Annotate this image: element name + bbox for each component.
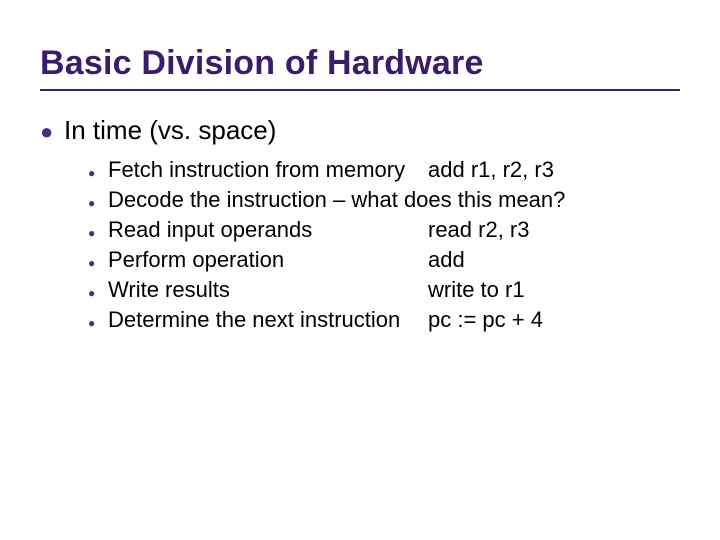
step-example: read r2, r3 [428, 216, 680, 244]
bullet-icon: ● [88, 310, 108, 336]
list-item: ● Determine the next instruction pc := p… [88, 306, 680, 336]
bullet-level1: ● In time (vs. space) [40, 115, 680, 146]
list-item: ● Perform operation add [88, 246, 680, 276]
step-example: write to r1 [428, 276, 680, 304]
bullet-icon: ● [88, 160, 108, 186]
title-underline [40, 89, 680, 91]
list-item: ● Decode the instruction – what does thi… [88, 186, 680, 216]
step-text: Perform operation [108, 246, 428, 274]
list-item: ● Read input operands read r2, r3 [88, 216, 680, 246]
step-example: add r1, r2, r3 [428, 156, 680, 184]
step-text: Fetch instruction from memory [108, 156, 428, 184]
level1-text: In time (vs. space) [64, 115, 276, 146]
bullet-icon: ● [88, 190, 108, 216]
step-text: Decode the instruction – what does this … [108, 186, 680, 214]
step-text: Read input operands [108, 216, 428, 244]
step-example: pc := pc + 4 [428, 306, 680, 334]
slide-title: Basic Division of Hardware [40, 44, 680, 83]
bullet-icon: ● [88, 280, 108, 306]
list-item: ● Write results write to r1 [88, 276, 680, 306]
bullet-icon: ● [88, 250, 108, 276]
step-text: Determine the next instruction [108, 306, 428, 334]
bullet-icon: ● [40, 121, 64, 143]
list-item: ● Fetch instruction from memory add r1, … [88, 156, 680, 186]
slide: Basic Division of Hardware ● In time (vs… [0, 0, 720, 540]
bullet-icon: ● [88, 220, 108, 246]
step-text: Write results [108, 276, 428, 304]
sub-bullet-list: ● Fetch instruction from memory add r1, … [88, 156, 680, 336]
step-example: add [428, 246, 680, 274]
